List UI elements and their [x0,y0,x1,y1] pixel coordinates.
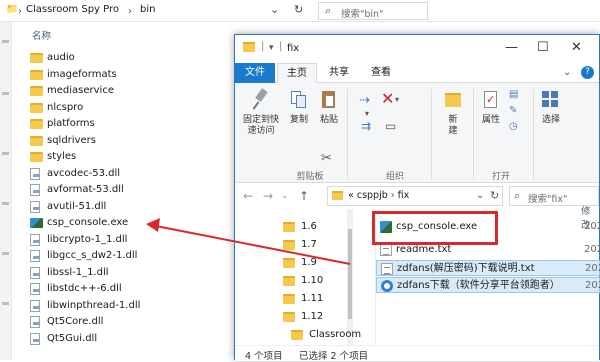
annotation-arrow [146,218,351,265]
